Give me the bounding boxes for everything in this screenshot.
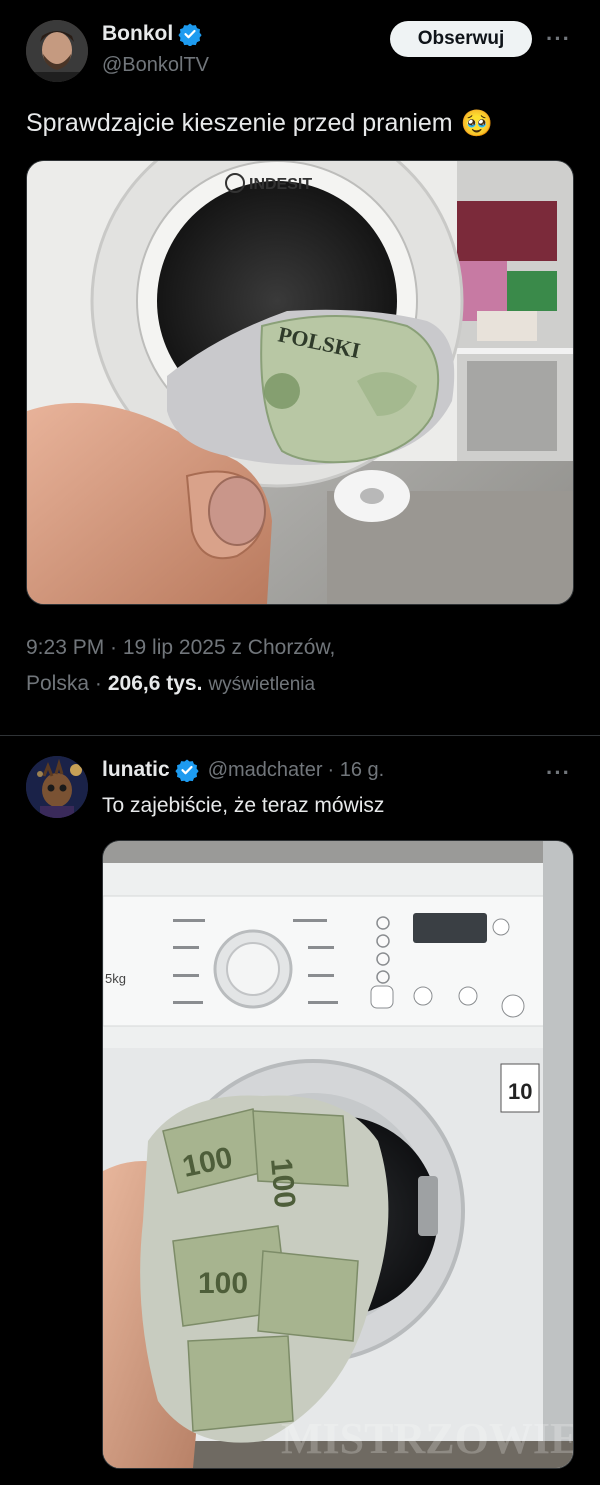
avatar-face-icon: [26, 20, 88, 82]
tweet-text: Sprawdzajcie kieszenie przed praniem: [26, 109, 453, 137]
author-handle[interactable]: @BonkolTV: [102, 54, 209, 77]
tweet-photo[interactable]: INDESIT POLSKI: [26, 160, 574, 605]
follow-button[interactable]: Obserwuj: [390, 21, 532, 57]
energy-label: 10: [508, 1079, 532, 1104]
photo-washing-machine-banknote: INDESIT POLSKI: [27, 161, 573, 604]
reply-author-name[interactable]: lunatic: [102, 758, 170, 782]
tweet-timestamp[interactable]: 9:23 PM · 19 lip 2025 z Chorzów,: [26, 636, 335, 660]
author-avatar[interactable]: [26, 20, 88, 82]
pleading-face-emoji: 🥹: [460, 108, 493, 138]
watermark-text: MISTRZOWIE: [281, 1414, 573, 1463]
more-options-icon[interactable]: ···: [546, 26, 571, 52]
reply-time[interactable]: · 16 g.: [327, 759, 384, 782]
reply-photo[interactable]: 5kg 10 100 100 100 MISTRZOWIE: [102, 840, 574, 1469]
load-label: 5kg: [105, 971, 126, 986]
verified-badge-icon: [178, 23, 202, 46]
reply-text: To zajebiście, że teraz mówisz: [102, 794, 385, 817]
reply-author-avatar[interactable]: [26, 756, 88, 818]
more-options-icon[interactable]: ···: [546, 760, 571, 786]
views-label: wyświetlenia: [208, 674, 316, 695]
divider: [0, 735, 600, 736]
photo-washing-machine-money: 5kg 10 100 100 100 MISTRZOWIE: [103, 841, 573, 1468]
author-name[interactable]: Bonkol: [102, 22, 173, 46]
verified-badge-icon: [175, 759, 199, 782]
brand-logo-text: INDESIT: [249, 176, 312, 193]
tweet-location: Polska ·: [26, 672, 102, 695]
svg-text:100: 100: [198, 1267, 248, 1300]
views-count: 206,6 tys.: [107, 672, 203, 695]
svg-text:100: 100: [264, 1157, 301, 1210]
reply-author-handle[interactable]: @madchater: [208, 759, 323, 782]
avatar-groot-icon: [26, 756, 88, 818]
